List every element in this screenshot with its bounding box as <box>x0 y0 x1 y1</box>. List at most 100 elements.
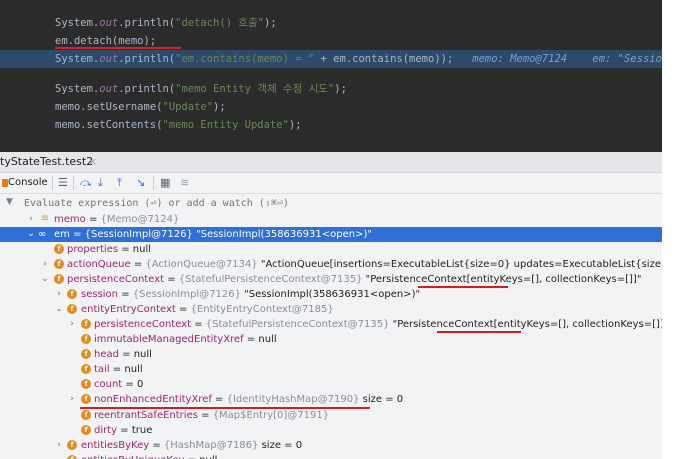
code-line[interactable]: memo.setContents("memo Entity Update"); <box>0 116 662 134</box>
tree-row-entityentrycontext[interactable]: ⌄ f entityEntryContext = {EntityEntryCon… <box>0 302 662 317</box>
variable-name: em <box>54 229 70 240</box>
settings-lines-icon[interactable]: ≋ <box>180 175 189 191</box>
equals: = <box>118 349 134 360</box>
field-icon: f <box>67 289 77 299</box>
evaluate-expression-input[interactable] <box>24 196 644 210</box>
tree-row-properties[interactable]: f properties = null <box>0 242 662 257</box>
variable-name: entitiesByUniqueKey <box>81 455 184 459</box>
debug-tool-window: tyStateTest.test2 × Console ☰ ⤼ ⤓ ⤒ ↘ ▦ … <box>0 152 662 459</box>
field-icon: f <box>67 455 77 459</box>
equals: = <box>109 364 125 375</box>
chevron-down-icon[interactable]: ▼ <box>6 197 13 207</box>
chevron-down-icon[interactable]: ⌄ <box>40 272 50 287</box>
step-over-icon[interactable]: ⤼ <box>80 175 92 191</box>
variable-value: size = 0 <box>359 394 404 405</box>
run-to-cursor-icon[interactable]: ↘ <box>136 175 145 191</box>
variable-value: 0 <box>136 379 144 390</box>
field-icon: f <box>81 364 91 374</box>
toolbar-divider <box>153 176 154 190</box>
tree-row-nonenhancedentityxref[interactable]: › f nonEnhancedEntityXref = {IdentityHas… <box>0 392 662 407</box>
code-line[interactable]: memo.setUsername("Update"); <box>0 98 662 116</box>
code-text: em.detach(memo); <box>55 35 157 47</box>
console-tab[interactable]: Console <box>8 175 48 191</box>
code-text: ); <box>334 83 347 95</box>
variable-value: "ActionQueue[insertions=ExecutableList{s… <box>260 259 662 270</box>
tree-row-text: actionQueue = {ActionQueue@7134} "Action… <box>67 257 662 272</box>
variable-type: {ActionQueue@7134} <box>145 259 258 270</box>
variable-type: {StatefulPersistenceContext@7135} <box>178 274 363 285</box>
code-line-current-execution[interactable]: System.out.println("em.contains(memo) = … <box>0 50 662 68</box>
equals: = <box>117 425 132 436</box>
variable-name: persistenceContext <box>67 274 165 285</box>
debug-tab-bar: tyStateTest.test2 × <box>0 152 662 173</box>
code-text: out <box>99 83 119 95</box>
variable-name: tail <box>94 364 110 375</box>
close-icon[interactable]: × <box>88 154 97 170</box>
chevron-down-icon[interactable]: ⌄ <box>54 302 64 317</box>
chevron-right-icon[interactable]: › <box>54 287 64 302</box>
tree-row-tail[interactable]: f tail = null <box>0 362 662 377</box>
equals: = <box>211 394 227 405</box>
variable-value: null <box>133 349 152 360</box>
string-literal: "Update" <box>162 101 214 113</box>
equals: = <box>130 259 146 270</box>
field-icon: f <box>81 379 91 389</box>
chevron-right-icon[interactable]: › <box>40 257 50 272</box>
tree-row-persistencecontext-nested[interactable]: › f persistenceContext = {StatefulPersis… <box>0 317 662 332</box>
equals: = <box>164 274 179 285</box>
variable-name: persistenceContext <box>94 319 192 330</box>
tree-row-persistencecontext[interactable]: ⌄ f persistenceContext = {StatefulPersis… <box>0 272 662 287</box>
variable-name: count <box>94 379 123 390</box>
tree-row-memo[interactable]: › ≡ memo = {Memo@7124} <box>0 212 662 227</box>
variable-name: memo <box>54 214 86 225</box>
variable-name: dirty <box>94 425 118 436</box>
field-icon: f <box>81 349 91 359</box>
equals: = <box>191 319 206 330</box>
equals: = <box>243 334 259 345</box>
tree-row-head[interactable]: f head = null <box>0 347 662 362</box>
tree-row-reentrantsafeentries[interactable]: f reentrantSafeEntries = {Map$Entry[0]@7… <box>0 408 662 423</box>
equals: = <box>184 455 199 459</box>
chevron-right-icon[interactable]: › <box>67 392 77 407</box>
toolbar-divider <box>52 176 53 190</box>
code-text: out <box>99 17 119 29</box>
code-text: ); <box>213 101 226 113</box>
field-icon: f <box>81 410 91 420</box>
tree-row-text: entitiesByUniqueKey = null <box>81 453 217 459</box>
tree-row-text: entityEntryContext = {EntityEntryContext… <box>81 302 334 317</box>
code-text: .println( <box>118 17 176 29</box>
equals: = <box>149 440 164 451</box>
table-view-icon[interactable]: ▦ <box>160 175 170 191</box>
string-literal: "memo Entity 객체 수정 시도" <box>175 83 335 95</box>
tree-row-actionqueue[interactable]: › f actionQueue = {ActionQueue@7134} "Ac… <box>0 257 662 272</box>
step-out-icon[interactable]: ⤒ <box>117 175 122 191</box>
code-line[interactable]: System.out.println("memo Entity 객체 수정 시도… <box>0 80 662 98</box>
debug-session-tab[interactable]: tyStateTest.test2 <box>0 154 99 170</box>
chevron-right-icon[interactable]: › <box>67 317 77 332</box>
code-editor[interactable]: System.out.println("detach() 호출"); em.de… <box>0 0 662 152</box>
tree-row-count[interactable]: f count = 0 <box>0 377 662 392</box>
code-text: out <box>99 53 119 65</box>
tree-row-entitiesbykey[interactable]: › f entitiesByKey = {HashMap@7186} size … <box>0 438 662 453</box>
chevron-right-icon[interactable]: › <box>26 212 36 227</box>
code-text: .println( <box>118 53 176 65</box>
tree-row-dirty[interactable]: f dirty = true <box>0 423 662 438</box>
tree-row-immutablemanagedentityxref[interactable]: f immutableManagedEntityXref = null <box>0 332 662 347</box>
tree-row-session[interactable]: › f session = {SessionImpl@7126} "Sessio… <box>0 287 662 302</box>
menu-icon[interactable]: ☰ <box>58 175 68 191</box>
variable-name: session <box>81 289 119 300</box>
tree-row-text: tail = null <box>94 362 143 377</box>
step-into-icon[interactable]: ⤓ <box>98 175 103 191</box>
chevron-right-icon[interactable]: › <box>54 438 64 453</box>
chevron-down-icon[interactable]: ⌄ <box>26 227 36 242</box>
tree-row-text: reentrantSafeEntries = {Map$Entry[0]@719… <box>94 408 329 423</box>
field-icon: f <box>67 304 77 314</box>
code-line[interactable]: System.out.println("detach() 호출"); <box>0 14 662 32</box>
string-literal: "em.contains(memo) = " <box>175 53 315 65</box>
tree-row-em[interactable]: ⌄ ∞ em = {SessionImpl@7126} "SessionImpl… <box>0 227 662 242</box>
equals: = <box>85 214 101 225</box>
tree-row-entitiesbyuniquekey[interactable]: f entitiesByUniqueKey = null <box>0 453 662 459</box>
code-text: ); <box>264 17 277 29</box>
code-text: System. <box>55 53 100 65</box>
field-icon: f <box>81 334 91 344</box>
